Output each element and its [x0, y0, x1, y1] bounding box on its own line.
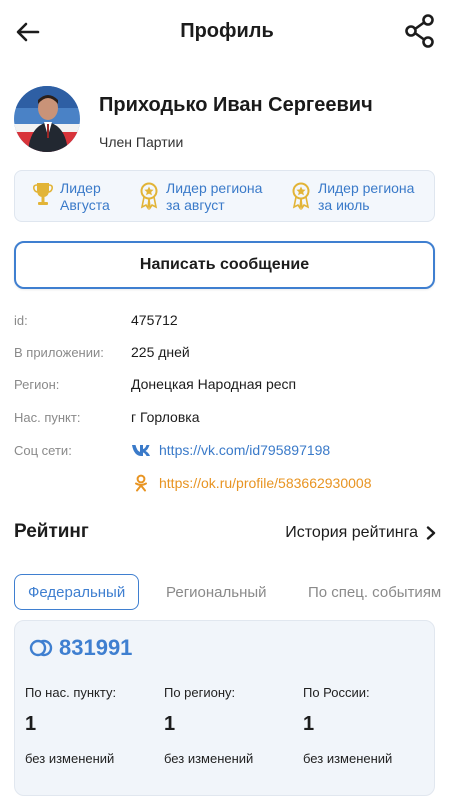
rating-tabs: Федеральный Региональный По спец. событи… — [14, 574, 454, 610]
share-icon[interactable] — [404, 14, 436, 48]
badge-line1: Лидер — [60, 180, 101, 196]
badge-region-leader-august[interactable]: Лидер региона за август — [139, 180, 262, 214]
rating-card: 831991 По нас. пункту: 1 без изменений П… — [14, 620, 435, 796]
rating-column-change: без изменений — [303, 751, 393, 766]
rating-column-russia: По России: 1 без изменений — [303, 685, 392, 766]
info-label-in-app: В приложении: — [14, 345, 104, 360]
badge-line2: за август — [166, 197, 225, 213]
badge-line2: Августа — [60, 197, 110, 213]
rating-column-value: 1 — [25, 713, 37, 735]
write-message-button[interactable]: Написать сообщение — [14, 241, 435, 289]
rating-title: Рейтинг — [14, 521, 89, 542]
info-value-region: Донецкая Народная респ — [131, 376, 297, 392]
info-value-locality: г Горловка — [131, 409, 200, 425]
rating-column-label: По нас. пункту: — [25, 685, 117, 700]
rating-column-label: По региону: — [164, 685, 236, 700]
rating-column-change: без изменений — [25, 751, 115, 766]
rating-history-label: История рейтинга — [285, 524, 418, 541]
info-label-id: id: — [14, 313, 28, 328]
rating-column-region: По региону: 1 без изменений — [164, 685, 253, 766]
profile-role: Член Партии — [99, 134, 184, 150]
info-label-social: Соц сети: — [14, 443, 72, 458]
chevron-right-icon — [426, 526, 436, 540]
badge-region-leader-july[interactable]: Лидер региона за июль — [291, 180, 414, 214]
vk-url[interactable]: https://vk.com/id795897198 — [159, 442, 330, 458]
rating-column-label: По России: — [303, 685, 370, 700]
trophy-icon — [33, 183, 53, 205]
tab-special-events[interactable]: По спец. событиям — [308, 574, 441, 610]
rating-score-value: 831991 — [59, 635, 133, 660]
rating-column-locality: По нас. пункту: 1 без изменений — [25, 685, 116, 766]
odnoklassniki-icon — [135, 474, 147, 492]
avatar[interactable] — [14, 86, 80, 152]
rating-column-value: 1 — [303, 713, 315, 735]
badge-line1: Лидер региона — [166, 180, 263, 196]
profile-name: Приходько Иван Сергеевич — [99, 94, 373, 116]
info-label-region: Регион: — [14, 377, 60, 392]
info-label-locality: Нас. пункт: — [14, 410, 81, 425]
info-value-in-app: 225 дней — [131, 344, 190, 360]
social-link-vk[interactable]: https://vk.com/id795897198 — [131, 441, 330, 459]
rating-column-change: без изменений — [164, 751, 254, 766]
app-header: Профиль — [0, 0, 454, 64]
achievements-panel: Лидер Августа Лидер региона за август Ли… — [14, 170, 435, 222]
avatar-photo — [14, 86, 80, 152]
medal-icon — [292, 182, 310, 210]
badge-line2: за июль — [318, 197, 370, 213]
vk-icon — [132, 445, 150, 456]
coins-icon — [29, 639, 53, 657]
social-link-ok[interactable]: https://ok.ru/profile/583662930008 — [131, 474, 372, 492]
rating-history-link[interactable]: История рейтинга — [285, 524, 436, 542]
badge-leader-august[interactable]: Лидер Августа — [33, 180, 110, 214]
tab-federal[interactable]: Федеральный — [14, 574, 140, 610]
rating-column-value: 1 — [164, 713, 176, 735]
info-value-id: 475712 — [131, 312, 178, 328]
medal-icon — [140, 182, 158, 210]
badge-line1: Лидер региона — [318, 180, 415, 196]
rating-score: 831991 — [29, 635, 132, 661]
tab-regional[interactable]: Региональный — [166, 574, 267, 610]
ok-url[interactable]: https://ok.ru/profile/583662930008 — [159, 475, 372, 491]
page-title: Профиль — [180, 20, 274, 42]
